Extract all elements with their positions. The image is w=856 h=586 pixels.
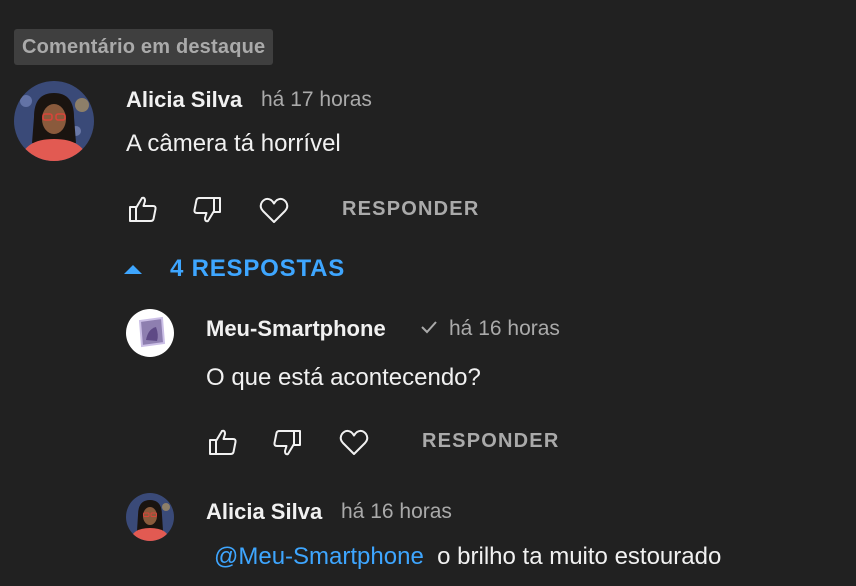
comment-time[interactable]: há 17 horas [261, 88, 372, 112]
verified-check-icon [419, 316, 439, 344]
reply-text: O que está acontecendo? [206, 364, 481, 391]
reply-text-body: o brilho ta muito estourado [437, 543, 722, 570]
reply-author[interactable]: Alicia Silva [206, 499, 322, 525]
heart-icon[interactable] [259, 196, 289, 224]
like-icon[interactable] [128, 195, 158, 223]
avatar[interactable] [126, 309, 174, 357]
dislike-icon[interactable] [272, 429, 302, 457]
reply-button[interactable]: RESPONDER [342, 198, 480, 221]
reply-button[interactable]: RESPONDER [422, 430, 560, 453]
reply-text: @Meu-Smartphone o brilho ta muito estour… [214, 543, 721, 571]
replies-toggle-label: 4 RESPOSTAS [170, 255, 346, 282]
chevron-up-icon [122, 253, 146, 294]
featured-comment-badge: Comentário em destaque [14, 29, 274, 65]
heart-icon[interactable] [339, 428, 369, 456]
avatar[interactable] [14, 81, 94, 161]
reply-author[interactable]: Meu-Smartphone [206, 316, 386, 342]
comment-text: A câmera tá horrível [126, 130, 341, 157]
mention-link[interactable]: @Meu-Smartphone [214, 543, 424, 570]
comment-author[interactable]: Alicia Silva [126, 87, 242, 113]
dislike-icon[interactable] [192, 196, 222, 224]
avatar[interactable] [126, 493, 174, 541]
reply-time[interactable]: há 16 horas [449, 317, 560, 341]
reply-time[interactable]: há 16 horas [341, 500, 452, 524]
like-icon[interactable] [208, 428, 238, 456]
